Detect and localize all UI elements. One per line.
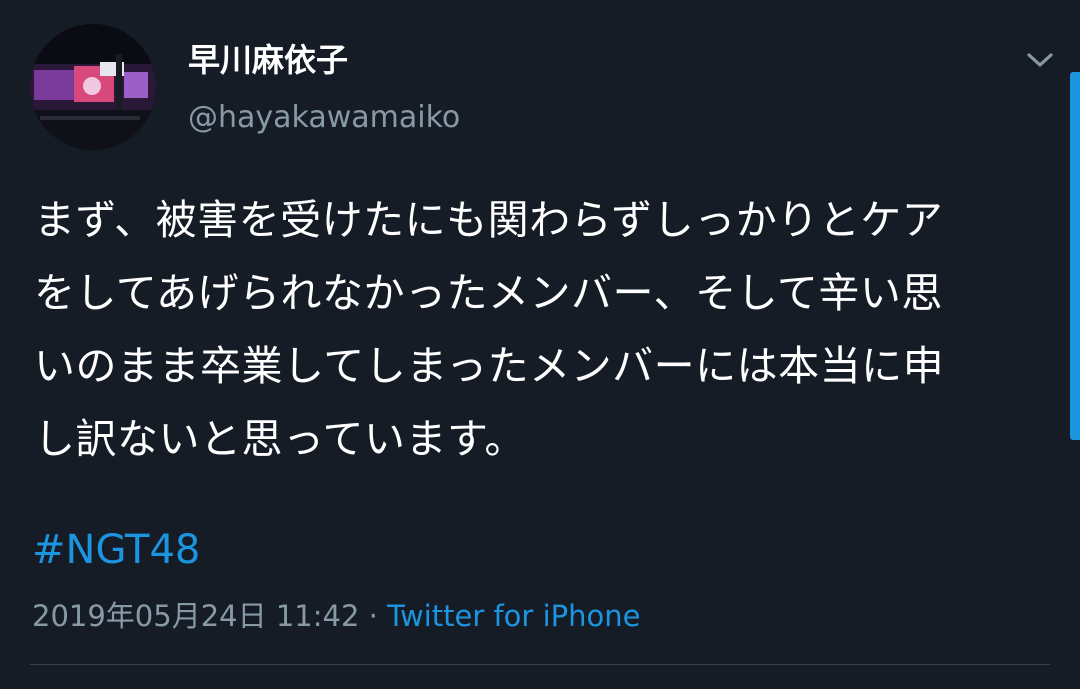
tweet-text-line: まず、被害を受けたにも関わらずしっかりとケア [34, 196, 944, 244]
tweet-text: まず、被害を受けたにも関わらずしっかりとケア をしてあげられなかったメンバー、そ… [34, 184, 1044, 476]
avatar[interactable] [30, 24, 156, 150]
user-handle[interactable]: @hayakawamaiko [188, 96, 460, 140]
divider [30, 664, 1050, 665]
display-name[interactable]: 早川麻依子 [188, 38, 348, 82]
meta-separator: · [368, 599, 378, 633]
chevron-down-icon [1027, 53, 1053, 67]
tweet-text-line: をしてあげられなかったメンバー、そして辛い思 [34, 269, 943, 317]
tweet-text-line: し訳ないと思っています。 [34, 415, 526, 463]
tweet-source-link[interactable]: Twitter for iPhone [387, 599, 640, 633]
avatar-image [30, 24, 156, 150]
tweet-text-line: いのまま卒業してしまったメンバーには本当に申 [34, 342, 945, 390]
hashtag-link[interactable]: #NGT48 [32, 522, 200, 578]
tweet-timestamp[interactable]: 2019年05月24日 11:42 [32, 599, 359, 633]
scrollbar[interactable] [1070, 72, 1080, 440]
tweet-menu-button[interactable] [1018, 42, 1062, 78]
tweet-meta: 2019年05月24日 11:42 · Twitter for iPhone [32, 594, 640, 638]
tweet-detail: 早川麻依子 @hayakawamaiko まず、被害を受けたにも関わらずしっかり… [0, 0, 1080, 689]
